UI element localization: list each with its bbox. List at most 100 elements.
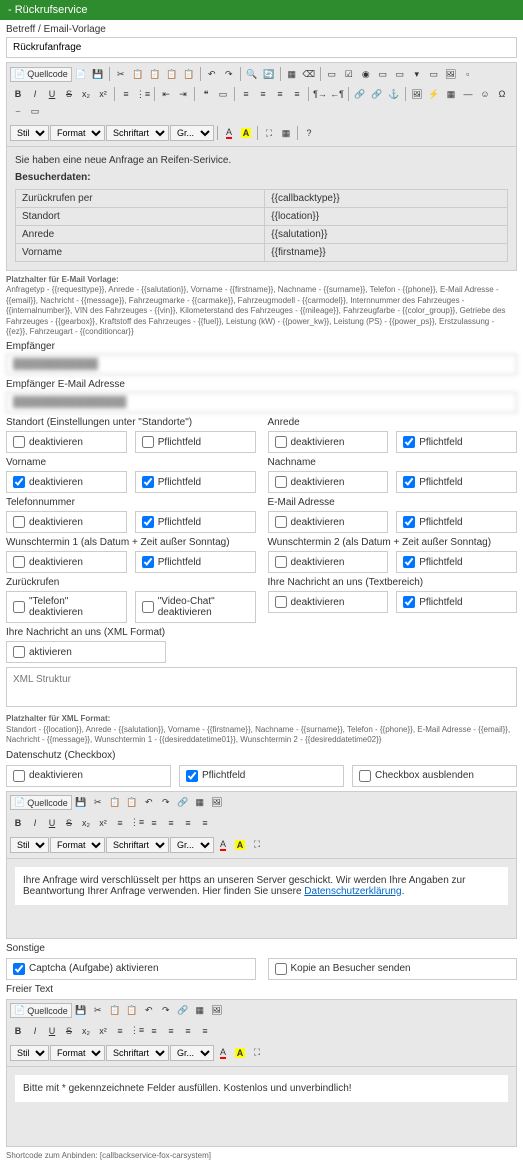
justify-icon[interactable]: ≡ (197, 815, 213, 831)
image-icon[interactable]: 🖼 (209, 1003, 225, 1019)
radio-icon[interactable]: ◉ (358, 66, 374, 82)
vorname-pflicht[interactable]: Pflichtfeld (135, 471, 256, 493)
ltr-icon[interactable]: ¶→ (312, 86, 328, 102)
table-icon[interactable]: ▦ (192, 795, 208, 811)
pagebreak-icon[interactable]: ⎯ (10, 103, 26, 119)
paste-icon[interactable]: 📋 (147, 66, 163, 82)
left-icon[interactable]: ≡ (146, 1023, 162, 1039)
xml-aktivieren[interactable]: aktivieren (6, 641, 166, 663)
standort-deakt[interactable]: deaktivieren (6, 431, 127, 453)
sub-icon[interactable]: x₂ (78, 86, 94, 102)
justify-icon[interactable]: ≡ (197, 1023, 213, 1039)
textcolor-icon[interactable]: A (215, 837, 231, 853)
size-select[interactable]: Gr... (170, 125, 214, 141)
email-deakt[interactable]: deaktivieren (268, 511, 389, 533)
bold-icon[interactable]: B (10, 86, 26, 102)
bgcolor-icon[interactable]: A (232, 837, 248, 853)
cut-icon[interactable]: ✂ (113, 66, 129, 82)
center-icon[interactable]: ≡ (255, 86, 271, 102)
redo-icon[interactable]: ↷ (158, 1003, 174, 1019)
redo-icon[interactable]: ↷ (221, 66, 237, 82)
textarea-icon[interactable]: ▭ (392, 66, 408, 82)
showblocks-icon[interactable]: ▦ (278, 125, 294, 141)
rtl-icon[interactable]: ←¶ (329, 86, 345, 102)
anrede-deakt[interactable]: deaktivieren (268, 431, 389, 453)
find-icon[interactable]: 🔍 (244, 66, 260, 82)
left-icon[interactable]: ≡ (238, 86, 254, 102)
underline-icon[interactable]: U (44, 815, 60, 831)
font-select-3[interactable]: Schriftart (106, 1045, 169, 1061)
strike-icon[interactable]: S (61, 86, 77, 102)
wunsch2-deakt[interactable]: deaktivieren (268, 551, 389, 573)
nachricht-deakt[interactable]: deaktivieren (268, 591, 389, 613)
save-icon[interactable]: 💾 (73, 795, 89, 811)
save-icon[interactable]: 💾 (90, 66, 106, 82)
captcha-checkbox[interactable]: Captcha (Aufgabe) aktivieren (6, 958, 256, 980)
sup-icon[interactable]: x² (95, 815, 111, 831)
size-select-3[interactable]: Gr... (170, 1045, 214, 1061)
iframe-icon[interactable]: ▭ (27, 103, 43, 119)
textfield-icon[interactable]: ▭ (375, 66, 391, 82)
paste-word-icon[interactable]: 📋 (181, 66, 197, 82)
editor2-content[interactable]: Ihre Anfrage wird verschlüsselt per http… (6, 859, 517, 939)
font-select-2[interactable]: Schriftart (106, 837, 169, 853)
format-select-3[interactable]: Format (50, 1045, 105, 1061)
format-select-2[interactable]: Format (50, 837, 105, 853)
sup-icon[interactable]: x² (95, 86, 111, 102)
replace-icon[interactable]: 🔄 (261, 66, 277, 82)
empfaenger-input[interactable]: ████████████ (6, 354, 517, 375)
specialchar-icon[interactable]: Ω (494, 86, 510, 102)
sub-icon[interactable]: x₂ (78, 815, 94, 831)
datenschutz-pflicht[interactable]: Pflichtfeld (179, 765, 344, 787)
copy-icon[interactable]: 📋 (130, 66, 146, 82)
source-button-3[interactable]: 📄 Quellcode (10, 1003, 72, 1018)
italic-icon[interactable]: I (27, 1023, 43, 1039)
image-icon[interactable]: 🖼 (409, 86, 425, 102)
ul-icon[interactable]: ⋮≡ (129, 1023, 145, 1039)
video-deakt-cb[interactable]: "Video-Chat" deaktivieren (135, 591, 256, 623)
xml-textarea[interactable] (6, 667, 517, 707)
font-select[interactable]: Schriftart (106, 125, 169, 141)
indent-icon[interactable]: ⇥ (175, 86, 191, 102)
checkbox-icon[interactable]: ☑ (341, 66, 357, 82)
undo-icon[interactable]: ↶ (141, 1003, 157, 1019)
format-select[interactable]: Format (50, 125, 105, 141)
unlink-icon[interactable]: 🔗 (369, 86, 385, 102)
removefmt-icon[interactable]: ⌫ (301, 66, 317, 82)
flash-icon[interactable]: ⚡ (426, 86, 442, 102)
selectall-icon[interactable]: ▦ (284, 66, 300, 82)
datenschutz-deakt[interactable]: deaktivieren (6, 765, 171, 787)
quote-icon[interactable]: ❝ (198, 86, 214, 102)
image-icon[interactable]: 🖼 (209, 795, 225, 811)
underline-icon[interactable]: U (44, 1023, 60, 1039)
ol-icon[interactable]: ≡ (112, 815, 128, 831)
copy-icon[interactable]: 📋 (107, 1003, 123, 1019)
strike-icon[interactable]: S (61, 1023, 77, 1039)
paste-icon[interactable]: 📋 (124, 795, 140, 811)
editor1-content[interactable]: Sie haben eine neue Anfrage an Reifen-Se… (6, 147, 517, 271)
wunsch1-deakt[interactable]: deaktivieren (6, 551, 127, 573)
paste-icon[interactable]: 📋 (124, 1003, 140, 1019)
paste-text-icon[interactable]: 📋 (164, 66, 180, 82)
right-icon[interactable]: ≡ (180, 1023, 196, 1039)
italic-icon[interactable]: I (27, 815, 43, 831)
left-icon[interactable]: ≡ (146, 815, 162, 831)
undo-icon[interactable]: ↶ (141, 795, 157, 811)
image-btn-icon[interactable]: 🖼 (443, 66, 459, 82)
bold-icon[interactable]: B (10, 1023, 26, 1039)
link-icon[interactable]: 🔗 (352, 86, 368, 102)
new-icon[interactable]: 📄 (73, 66, 89, 82)
table-icon[interactable]: ▦ (443, 86, 459, 102)
ol-icon[interactable]: ≡ (112, 1023, 128, 1039)
save-icon[interactable]: 💾 (73, 1003, 89, 1019)
sub-icon[interactable]: x₂ (78, 1023, 94, 1039)
telefon-deakt[interactable]: deaktivieren (6, 511, 127, 533)
nachname-deakt[interactable]: deaktivieren (268, 471, 389, 493)
copy-icon[interactable]: 📋 (107, 795, 123, 811)
bgcolor-icon[interactable]: A (232, 1045, 248, 1061)
table-icon[interactable]: ▦ (192, 1003, 208, 1019)
link-icon[interactable]: 🔗 (175, 1003, 191, 1019)
anchor-icon[interactable]: ⚓ (386, 86, 402, 102)
about-icon[interactable]: ? (301, 125, 317, 141)
editor3-content[interactable]: Bitte mit * gekennzeichnete Felder ausfü… (6, 1067, 517, 1147)
